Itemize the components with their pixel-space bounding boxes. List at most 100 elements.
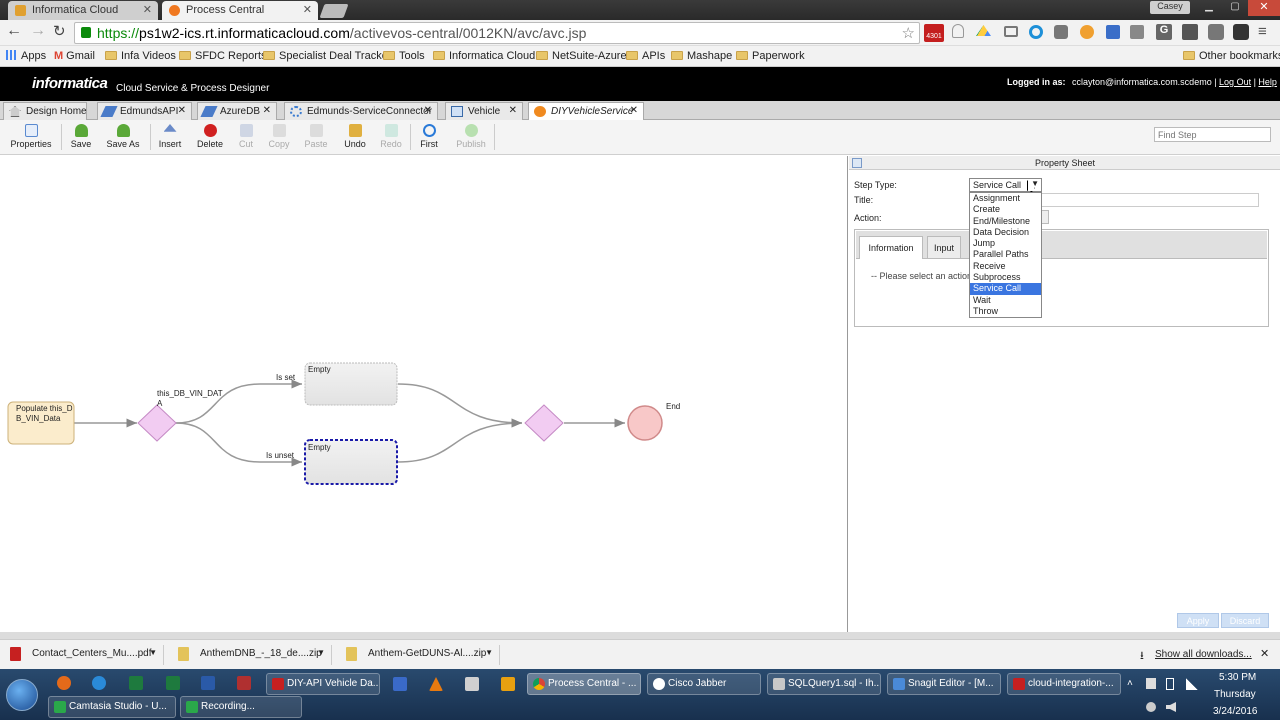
camera-extension-icon[interactable]	[1208, 24, 1224, 40]
option-throw[interactable]: Throw	[970, 306, 1041, 317]
browser-tab-process-central[interactable]: Process Central ✕	[162, 1, 318, 20]
merge-diamond[interactable]	[524, 404, 564, 442]
redo-button[interactable]: Redo	[378, 124, 404, 149]
option-service-call[interactable]: Service Call	[970, 283, 1041, 295]
bookmark-apis[interactable]: APIs	[626, 50, 665, 62]
chevron-down-icon[interactable]: ▼	[485, 648, 493, 657]
save-as-button[interactable]: Save As	[104, 124, 142, 149]
bookmark-mashape[interactable]: Mashape	[671, 50, 732, 62]
taskbar-button-camtasia[interactable]: Camtasia Studio - U...	[48, 696, 176, 718]
taskbar-button-recording[interactable]: Recording...	[180, 696, 302, 718]
close-icon[interactable]: ✕	[178, 105, 186, 116]
url-field[interactable]: https://ps1w2-ics.rt.informaticacloud.co…	[74, 22, 920, 44]
option-data-decision[interactable]: Data Decision	[970, 227, 1041, 238]
insert-button[interactable]: Insert	[156, 124, 184, 149]
signal-icon[interactable]	[1186, 678, 1198, 690]
save-button[interactable]: Save	[68, 124, 94, 149]
option-parallel-paths[interactable]: Parallel Paths	[970, 249, 1041, 260]
chevron-down-icon[interactable]: ▼	[317, 648, 325, 657]
undo-button[interactable]: Undo	[341, 124, 369, 149]
discard-button[interactable]: Discard	[1221, 613, 1269, 628]
properties-button[interactable]: Properties	[10, 124, 52, 149]
download-item[interactable]: AnthemDNB_-_18_de....zip ▼	[168, 645, 332, 665]
excel-icon[interactable]	[166, 676, 180, 690]
step-type-dropdown[interactable]: Assignment Create End/Milestone Data Dec…	[969, 192, 1042, 318]
connector-empty1-to-merge[interactable]	[397, 383, 523, 428]
reload-icon[interactable]: ↻	[53, 22, 66, 40]
delete-button[interactable]: Delete	[195, 124, 225, 149]
user-profile-badge[interactable]: Casey	[1150, 1, 1190, 14]
show-all-downloads-link[interactable]: Show all downloads...	[1155, 649, 1252, 660]
copy-button[interactable]: Copy	[266, 124, 292, 149]
bookmark-netsuite-azure[interactable]: NetSuite-Azure	[536, 50, 627, 62]
onenote-icon[interactable]	[1080, 25, 1094, 39]
close-icon[interactable]: ✕	[630, 105, 638, 116]
new-tab-button[interactable]	[319, 4, 349, 18]
apply-button[interactable]: Apply	[1177, 613, 1219, 628]
taskbar-button-cloud-integration[interactable]: cloud-integration-...	[1007, 673, 1121, 695]
taskbar-button-pdf[interactable]: DIY-API Vehicle Da...	[266, 673, 380, 695]
close-window-button[interactable]: ✕	[1248, 0, 1280, 16]
bookmark-infa-videos[interactable]: Infa Videos	[105, 50, 176, 62]
process-canvas[interactable]: Populate this_DB_VIN_Data this_DB_VIN_DA…	[0, 156, 848, 632]
collapse-icon[interactable]	[852, 158, 862, 168]
connector-empty2-to-merge[interactable]	[397, 418, 523, 463]
bookmark-sfdc-reports[interactable]: SFDC Reports	[179, 50, 267, 62]
g-extension-icon[interactable]: G	[1156, 24, 1172, 40]
app-icon[interactable]	[465, 677, 479, 691]
close-downloads-icon[interactable]: ✕	[1260, 647, 1269, 660]
bookmark-paperwork[interactable]: Paperwork	[736, 50, 805, 62]
close-icon[interactable]: ✕	[424, 105, 432, 116]
bookmark-specialist-deal[interactable]: Specialist Deal Tracke	[263, 50, 388, 62]
bookmark-gmail[interactable]: M Gmail	[54, 50, 95, 62]
app-icon[interactable]	[237, 676, 251, 690]
option-create[interactable]: Create	[970, 204, 1041, 215]
bookmark-informatica-cloud[interactable]: Informatica Cloud	[433, 50, 535, 62]
grid-extension-icon[interactable]	[1130, 25, 1144, 39]
word-icon[interactable]	[201, 676, 215, 690]
close-icon[interactable]: ✕	[509, 105, 517, 116]
extension-badge[interactable]: 4301	[924, 24, 944, 42]
close-icon[interactable]: ✕	[303, 3, 312, 16]
tray-icon[interactable]	[1146, 702, 1156, 712]
close-icon[interactable]: ✕	[263, 105, 271, 116]
chevron-down-icon[interactable]: ▼	[149, 648, 157, 657]
taskbar-button-jabber[interactable]: Cisco Jabber	[647, 673, 761, 695]
logout-link[interactable]: Log Out	[1219, 77, 1251, 87]
maximize-button[interactable]: ▢	[1224, 1, 1246, 15]
first-button[interactable]: First	[416, 124, 442, 149]
publish-button[interactable]: Publish	[454, 124, 488, 149]
circle-extension-icon[interactable]	[1029, 25, 1043, 39]
cast-icon[interactable]	[1004, 26, 1018, 37]
tab-information[interactable]: Information	[859, 236, 923, 259]
tray-chevron-icon[interactable]: ˄	[1127, 678, 1133, 689]
end-event[interactable]	[627, 405, 663, 441]
tab-design-home[interactable]: Design Home	[3, 102, 87, 120]
battery-icon[interactable]	[1166, 678, 1174, 690]
excel-icon[interactable]	[129, 676, 143, 690]
tab-vehicle[interactable]: Vehicle ✕	[445, 102, 523, 120]
vlc-icon[interactable]	[429, 677, 443, 691]
decision-diamond[interactable]	[137, 404, 177, 442]
download-item[interactable]: Contact_Centers_Mu....pdf ▼	[0, 645, 164, 665]
taskbar-button-sql[interactable]: SQLQuery1.sql - Ih...	[767, 673, 881, 695]
menu-icon[interactable]: ≡	[1258, 23, 1267, 40]
square-extension-icon[interactable]	[1182, 24, 1198, 40]
help-link[interactable]: Help	[1258, 77, 1277, 87]
option-jump[interactable]: Jump	[970, 238, 1041, 249]
close-icon[interactable]: ✕	[143, 3, 152, 16]
option-wait[interactable]: Wait	[970, 295, 1041, 306]
start-button[interactable]	[6, 679, 38, 711]
option-end-milestone[interactable]: End/Milestone	[970, 216, 1041, 227]
taskbar-button-snagit[interactable]: Snagit Editor - [M...	[887, 673, 1001, 695]
app-icon[interactable]	[501, 677, 515, 691]
volume-icon[interactable]	[1166, 702, 1176, 712]
find-step-input[interactable]	[1154, 127, 1271, 142]
tab-edmunds-serviceconnector[interactable]: Edmunds-ServiceConnector ✕	[284, 102, 438, 120]
drive-icon[interactable]	[976, 25, 991, 37]
option-receive[interactable]: Receive	[970, 261, 1041, 272]
tab-azuredb[interactable]: AzureDB ✕	[197, 102, 277, 120]
option-subprocess[interactable]: Subprocess	[970, 272, 1041, 283]
bookmark-tools[interactable]: Tools	[383, 50, 425, 62]
app-icon[interactable]	[393, 677, 407, 691]
